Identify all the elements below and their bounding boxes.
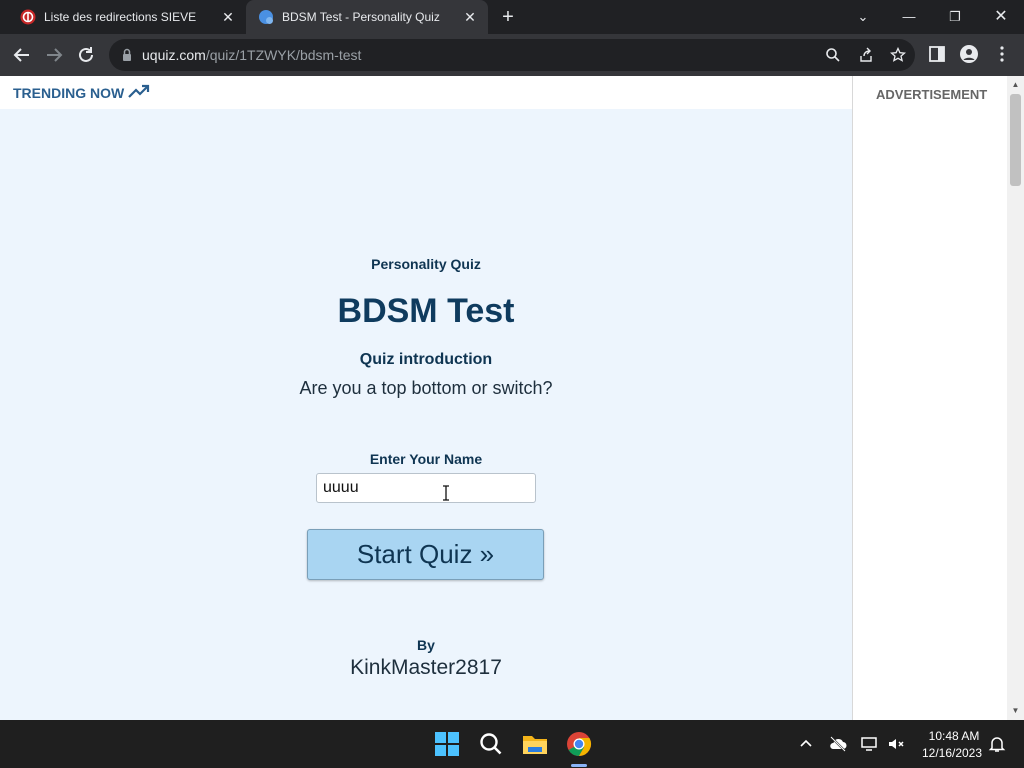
close-tab-icon[interactable]: ✕: [220, 9, 236, 25]
search-icon[interactable]: [475, 728, 507, 760]
network-icon[interactable]: [860, 734, 880, 754]
web-page: TRENDING NOW Personality Quiz BDSM Test …: [0, 76, 1024, 720]
close-window-icon[interactable]: ✕: [990, 6, 1012, 28]
uquiz-favicon-icon: [259, 10, 273, 24]
sieve-favicon-icon: [20, 9, 36, 25]
quiz-main-area: TRENDING NOW Personality Quiz BDSM Test …: [0, 76, 852, 720]
reload-icon[interactable]: [75, 44, 97, 66]
name-field-label: Enter Your Name: [369, 451, 483, 467]
share-icon[interactable]: [858, 47, 874, 63]
minimize-icon[interactable]: —: [898, 6, 920, 28]
advertisement-label: ADVERTISEMENT: [876, 87, 988, 102]
close-tab-icon[interactable]: ✕: [462, 9, 478, 25]
quiz-type-label: Personality Quiz: [371, 256, 481, 272]
scrollbar-thumb[interactable]: [1010, 94, 1021, 186]
volume-muted-icon[interactable]: [886, 734, 906, 754]
author-name-link[interactable]: KinkMaster2817: [0, 656, 852, 680]
trending-now-link[interactable]: TRENDING NOW: [13, 85, 124, 101]
start-quiz-button[interactable]: Start Quiz »: [307, 529, 544, 580]
new-tab-icon[interactable]: +: [498, 7, 518, 28]
address-bar[interactable]: uquiz.com/quiz/1TZWYK/bdsm-test: [109, 39, 915, 71]
tab-strip: Liste des redirections SIEVE ✕ BDSM Test…: [0, 0, 1024, 34]
menu-dots-icon[interactable]: [992, 44, 1012, 64]
notification-bell-icon[interactable]: [987, 734, 1007, 754]
tab-title: BDSM Test - Personality Quiz: [282, 10, 440, 24]
intro-heading: Quiz introduction: [359, 351, 493, 368]
url-text[interactable]: uquiz.com/quiz/1TZWYK/bdsm-test: [142, 47, 361, 63]
lock-icon[interactable]: [119, 47, 135, 63]
clock-date[interactable]: 12/16/2023: [916, 746, 988, 760]
file-explorer-icon[interactable]: [519, 728, 551, 760]
trending-bar: TRENDING NOW: [0, 76, 852, 109]
ad-sidebar: ADVERTISEMENT: [852, 76, 1007, 720]
back-icon[interactable]: [11, 44, 33, 66]
page-title: BDSM Test: [337, 292, 515, 330]
windows-taskbar: 10:48 AM 12/16/2023: [0, 720, 1024, 768]
by-label: By: [417, 637, 435, 653]
scroll-down-icon[interactable]: ▼: [1011, 706, 1020, 715]
tab-sieve-redirections[interactable]: Liste des redirections SIEVE ✕: [8, 0, 246, 34]
chrome-icon[interactable]: [563, 728, 595, 760]
url-path: /quiz/1TZWYK/bdsm-test: [205, 47, 362, 63]
tab-bdsm-test[interactable]: BDSM Test - Personality Quiz ✕: [246, 0, 488, 34]
zoom-search-icon[interactable]: [825, 47, 841, 63]
active-app-indicator: [571, 764, 587, 767]
tab-search-chevron-icon[interactable]: ⌄: [852, 6, 874, 28]
profile-icon[interactable]: [959, 44, 979, 64]
clock-time[interactable]: 10:48 AM: [922, 729, 986, 743]
trending-up-icon[interactable]: [128, 83, 150, 99]
chevron-up-icon[interactable]: [796, 734, 816, 754]
tab-title: Liste des redirections SIEVE: [44, 10, 197, 24]
side-panel-icon[interactable]: [927, 44, 947, 64]
text-cursor-icon: [443, 485, 449, 501]
forward-icon[interactable]: [43, 44, 65, 66]
url-host: uquiz.com: [142, 47, 206, 63]
scroll-up-icon[interactable]: ▲: [1011, 80, 1020, 89]
name-input[interactable]: [316, 473, 536, 503]
bookmark-star-icon[interactable]: [890, 47, 906, 63]
browser-toolbar: uquiz.com/quiz/1TZWYK/bdsm-test: [0, 34, 1024, 76]
restore-icon[interactable]: ❐: [944, 6, 966, 28]
intro-text: Are you a top bottom or switch?: [299, 378, 553, 398]
page-scrollbar[interactable]: ▲ ▼: [1007, 76, 1024, 720]
cloud-offline-icon[interactable]: [828, 734, 848, 754]
windows-start-icon[interactable]: [431, 728, 463, 760]
